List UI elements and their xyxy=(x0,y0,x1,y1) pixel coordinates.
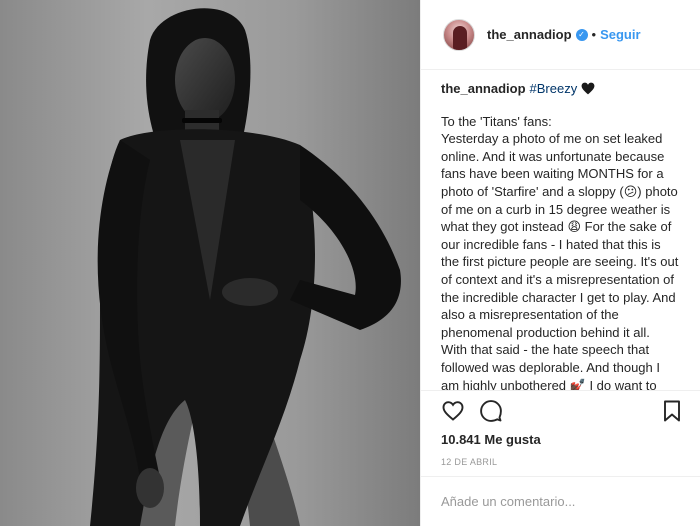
action-bar xyxy=(421,390,700,430)
comment-input[interactable] xyxy=(441,494,680,509)
follow-button[interactable]: Seguir xyxy=(600,27,640,42)
photo-of-person-illustration xyxy=(0,0,420,526)
heart-icon[interactable] xyxy=(441,399,465,423)
separator-dot: • xyxy=(591,27,597,42)
avatar[interactable] xyxy=(443,18,475,51)
like-count[interactable]: 10.841 Me gusta xyxy=(421,430,700,450)
comment-box xyxy=(421,476,700,526)
post-header: the_annadiop ✓ • Seguir xyxy=(421,0,700,70)
bookmark-icon[interactable] xyxy=(660,399,684,423)
post-photo[interactable] xyxy=(0,0,420,526)
caption-text: To the 'Titans' fans: Yesterday a photo … xyxy=(441,113,679,390)
post-date: 12 DE ABRIL xyxy=(441,457,498,467)
verified-badge-icon: ✓ xyxy=(575,28,588,41)
instagram-post: the_annadiop ✓ • Seguir the_annadiop #Br… xyxy=(0,0,700,526)
black-heart-emoji-icon xyxy=(581,82,595,95)
comment-icon[interactable] xyxy=(479,399,503,423)
header-username[interactable]: the_annadiop xyxy=(487,27,572,42)
caption: the_annadiop #Breezy To the 'Titans' fan… xyxy=(421,70,700,390)
caption-username[interactable]: the_annadiop xyxy=(441,80,526,98)
hashtag-link[interactable]: #Breezy xyxy=(530,80,578,98)
caption-head: the_annadiop #Breezy xyxy=(441,80,680,98)
post-sidebar: the_annadiop ✓ • Seguir the_annadiop #Br… xyxy=(420,0,700,526)
